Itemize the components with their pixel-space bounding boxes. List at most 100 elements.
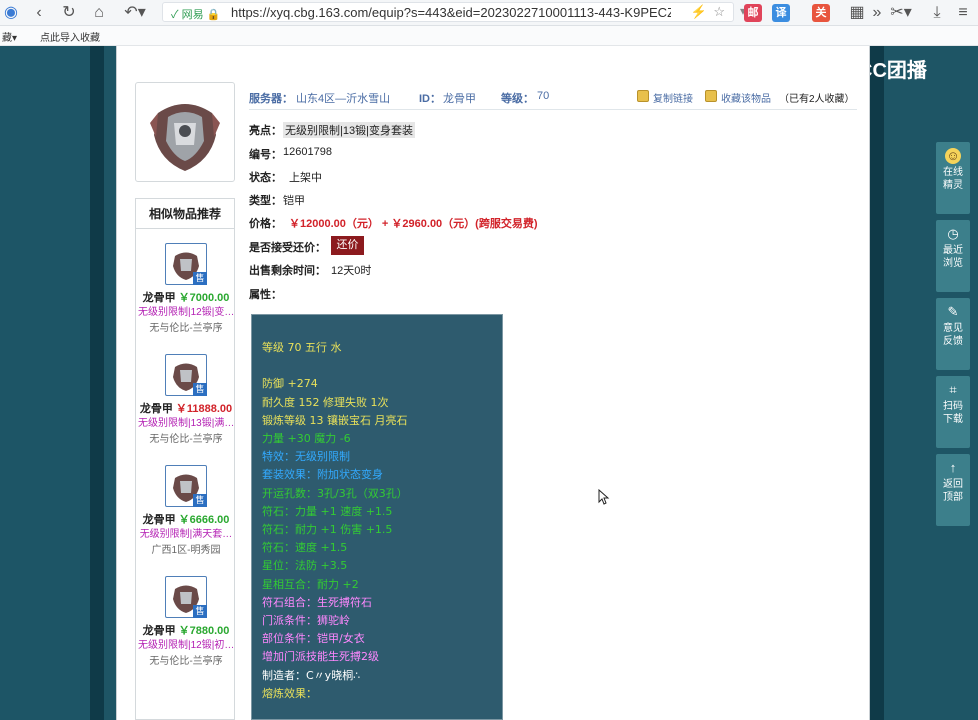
attribute-line: 制造者：C〃y晓桐∴ (262, 668, 361, 682)
similar-item[interactable]: 售龙骨甲 ￥6666.00 无级别限制|满天套… 广西1区-明秀园 (136, 465, 236, 575)
sold-badge: 售 (193, 383, 207, 396)
bargain-button[interactable]: 还价 (331, 236, 364, 255)
attribute-line: 星相互合：耐力 +2 (262, 577, 359, 591)
side-tool-avatar[interactable]: ☺ 在线 精灵 (936, 142, 970, 214)
id-label: ID： (419, 93, 441, 105)
similar-item-image[interactable]: 售 (165, 465, 207, 507)
armor-icon (150, 104, 220, 171)
similar-item-tags: 无级别限制|满天套… (139, 529, 233, 540)
server-value[interactable]: 山东4区—沂水雪山 (296, 90, 390, 106)
number-label: 编号： (249, 149, 282, 161)
price-value: ￥12000.00（元） + ￥2960.00（元）(跨服交易费) (289, 218, 538, 230)
bargain-label: 是否接受还价： (249, 242, 326, 254)
side-tool-label: 返回 顶部 (943, 479, 963, 503)
attribute-line: 力量 +30 魔力 -6 (262, 432, 351, 445)
attribute-line: 门派条件：狮驼岭 (262, 614, 350, 627)
attribute-panel: 等级 70 五行 水防御 +274 耐久度 152 修理失败 1次 锻炼等级 13 … (251, 314, 503, 720)
side-tool-label: 意见 反馈 (943, 323, 963, 347)
grid-icon[interactable]: ▦ (846, 2, 868, 24)
menu-icon[interactable]: ≡ (952, 2, 974, 24)
attribute-line: 套装效果：附加状态变身 (262, 468, 383, 482)
page-right-stripe (870, 46, 884, 720)
attribute-line: 增加门派技能生死搏2级 (262, 650, 379, 664)
more-icon[interactable]: » (866, 2, 888, 24)
item-detail: 服务器： 山东4区—沂水雪山 ID： 龙骨甲 等级： 70 复制链接 收藏该物品… (135, 82, 857, 720)
attribute-line: 防御 +274 (262, 377, 318, 391)
address-bar[interactable]: ✓ 网易 🔒 https://xyq.cbg.163.com/equip?s=4… (162, 2, 734, 22)
browser-logo-icon: ◉ (4, 4, 18, 21)
sold-badge: 售 (193, 605, 207, 618)
side-tool-scan[interactable]: ⌗ 扫码 下载 (936, 376, 970, 448)
similar-item[interactable]: 售龙骨甲 ￥7000.00 无级别限制|12锻|变… 无与伦比-兰亭序 (136, 243, 236, 353)
attribute-line: 星位：法防 +3.5 (262, 559, 348, 573)
similar-title: 相似物品推荐 (136, 199, 234, 229)
arrow-up-icon: ↑ (949, 460, 957, 475)
number-value: 12601798 (283, 146, 332, 158)
undo-icon[interactable]: ↶▾ (120, 2, 150, 24)
similar-item-server: 无与伦比-兰亭序 (149, 656, 223, 667)
back-icon[interactable]: ‹ (28, 2, 50, 24)
side-tool-edit[interactable]: ✎ 意见 反馈 (936, 298, 970, 370)
type-label: 类型： (249, 195, 282, 207)
attribute-line: 部位条件：铠甲/女衣 (262, 632, 365, 646)
attribute-line: 熔炼效果： (262, 686, 317, 700)
similar-item-server: 广西1区-明秀园 (151, 545, 221, 556)
similar-item[interactable]: 售龙骨甲 ￥7880.00 无级别限制|12锻|初… 无与伦比-兰亭序 (136, 576, 236, 686)
favorite-icon (705, 90, 717, 102)
attribute-line: 符石：速度 +1.5 (262, 541, 348, 555)
similar-item-image[interactable]: 售 (165, 243, 207, 285)
star-icon[interactable]: ☆ (713, 4, 725, 20)
bookmarks-bar: 藏▾ 点此导入收藏 (0, 26, 978, 46)
level-label: 等级： (501, 93, 534, 105)
attribute-line: 锻炼等级 13 镶嵌宝石 月亮石 (262, 413, 408, 427)
level-value: 70 (537, 90, 550, 102)
copy-link-icon (637, 90, 649, 102)
edit-icon: ✎ (947, 304, 959, 319)
lightning-icon[interactable]: ⚡ (691, 4, 707, 20)
side-tool-label: 扫码 下载 (943, 401, 963, 425)
extension-app-icon[interactable]: 关 (812, 4, 830, 22)
browser-toolbar: ◉ ‹ ↻ ⌂ ↶▾ ✓ 网易 🔒 https://xyq.cbg.163.co… (0, 0, 978, 26)
extension-translate-icon[interactable]: 译 (772, 4, 790, 22)
attribute-line: 符石组合：生死搏符石 (262, 595, 372, 609)
secure-badge: ✓ 网易 🔒 (171, 9, 221, 21)
extension-mail-icon[interactable]: 邮 (744, 4, 762, 22)
page-background: CC团播 服务器： 山东4区—沂水雪山 ID： 龙骨甲 等级： 70 复制链接 … (0, 46, 978, 720)
sold-badge: 售 (193, 494, 207, 507)
url-text[interactable]: https://xyq.cbg.163.com/equip?s=443&eid=… (231, 5, 671, 20)
refresh-icon[interactable]: ↻ (58, 2, 80, 24)
favorite-button[interactable]: 收藏该物品 (721, 90, 771, 105)
avatar-icon: ☺ (945, 148, 961, 164)
side-tool-clock[interactable]: ◷ 最近 浏览 (936, 220, 970, 292)
similar-item-tags: 无级别限制|13锻|满… (138, 418, 234, 429)
similar-item-server: 无与伦比-兰亭序 (149, 434, 223, 445)
bookmark-item[interactable]: 藏▾ (2, 29, 17, 44)
import-bookmarks-link[interactable]: 点此导入收藏 (40, 29, 100, 44)
attr-label: 属性： (249, 289, 282, 301)
time-label: 出售剩余时间： (249, 265, 326, 277)
highlight-value: 无级别限制|13锻|变身套装 (283, 122, 415, 138)
mouse-cursor-icon (598, 489, 610, 505)
similar-items-panel: 相似物品推荐 售龙骨甲 ￥7000.00 无级别限制|12锻|变… 无与伦比-兰亭序… (135, 198, 235, 720)
similar-item[interactable]: 售龙骨甲 ￥11888.00 无级别限制|13锻|满… 无与伦比-兰亭序 (136, 354, 236, 464)
status-label: 状态： (249, 172, 282, 184)
price-label: 价格： (249, 218, 282, 230)
id-value: 龙骨甲 (443, 93, 476, 105)
side-toolbar: ☺ 在线 精灵 ◷ 最近 浏览 ✎ 意见 反馈 ⌗ 扫码 下载 ↑ 返回 顶部 (936, 142, 970, 566)
favorite-count: （已有2人收藏） (779, 94, 855, 105)
item-header-line: 服务器： 山东4区—沂水雪山 ID： 龙骨甲 等级： 70 复制链接 收藏该物品… (249, 88, 857, 110)
download-icon[interactable]: ⤓ (926, 2, 948, 24)
similar-item-tags: 无级别限制|12锻|初… (138, 640, 234, 651)
clock-icon: ◷ (947, 226, 959, 241)
item-image[interactable] (135, 82, 235, 182)
similar-item-image[interactable]: 售 (165, 354, 207, 396)
side-tool-arrow-up[interactable]: ↑ 返回 顶部 (936, 454, 970, 526)
sold-badge: 售 (193, 272, 207, 285)
attribute-line: 符石：耐力 +1 伤害 +1.5 (262, 523, 393, 536)
similar-item-image[interactable]: 售 (165, 576, 207, 618)
home-icon[interactable]: ⌂ (88, 2, 110, 24)
copy-link-button[interactable]: 复制链接 (653, 90, 693, 105)
scissors-icon[interactable]: ✂▾ (888, 2, 914, 24)
attribute-line: 等级 70 五行 水 (262, 341, 342, 354)
side-tool-label: 在线 精灵 (943, 167, 963, 191)
